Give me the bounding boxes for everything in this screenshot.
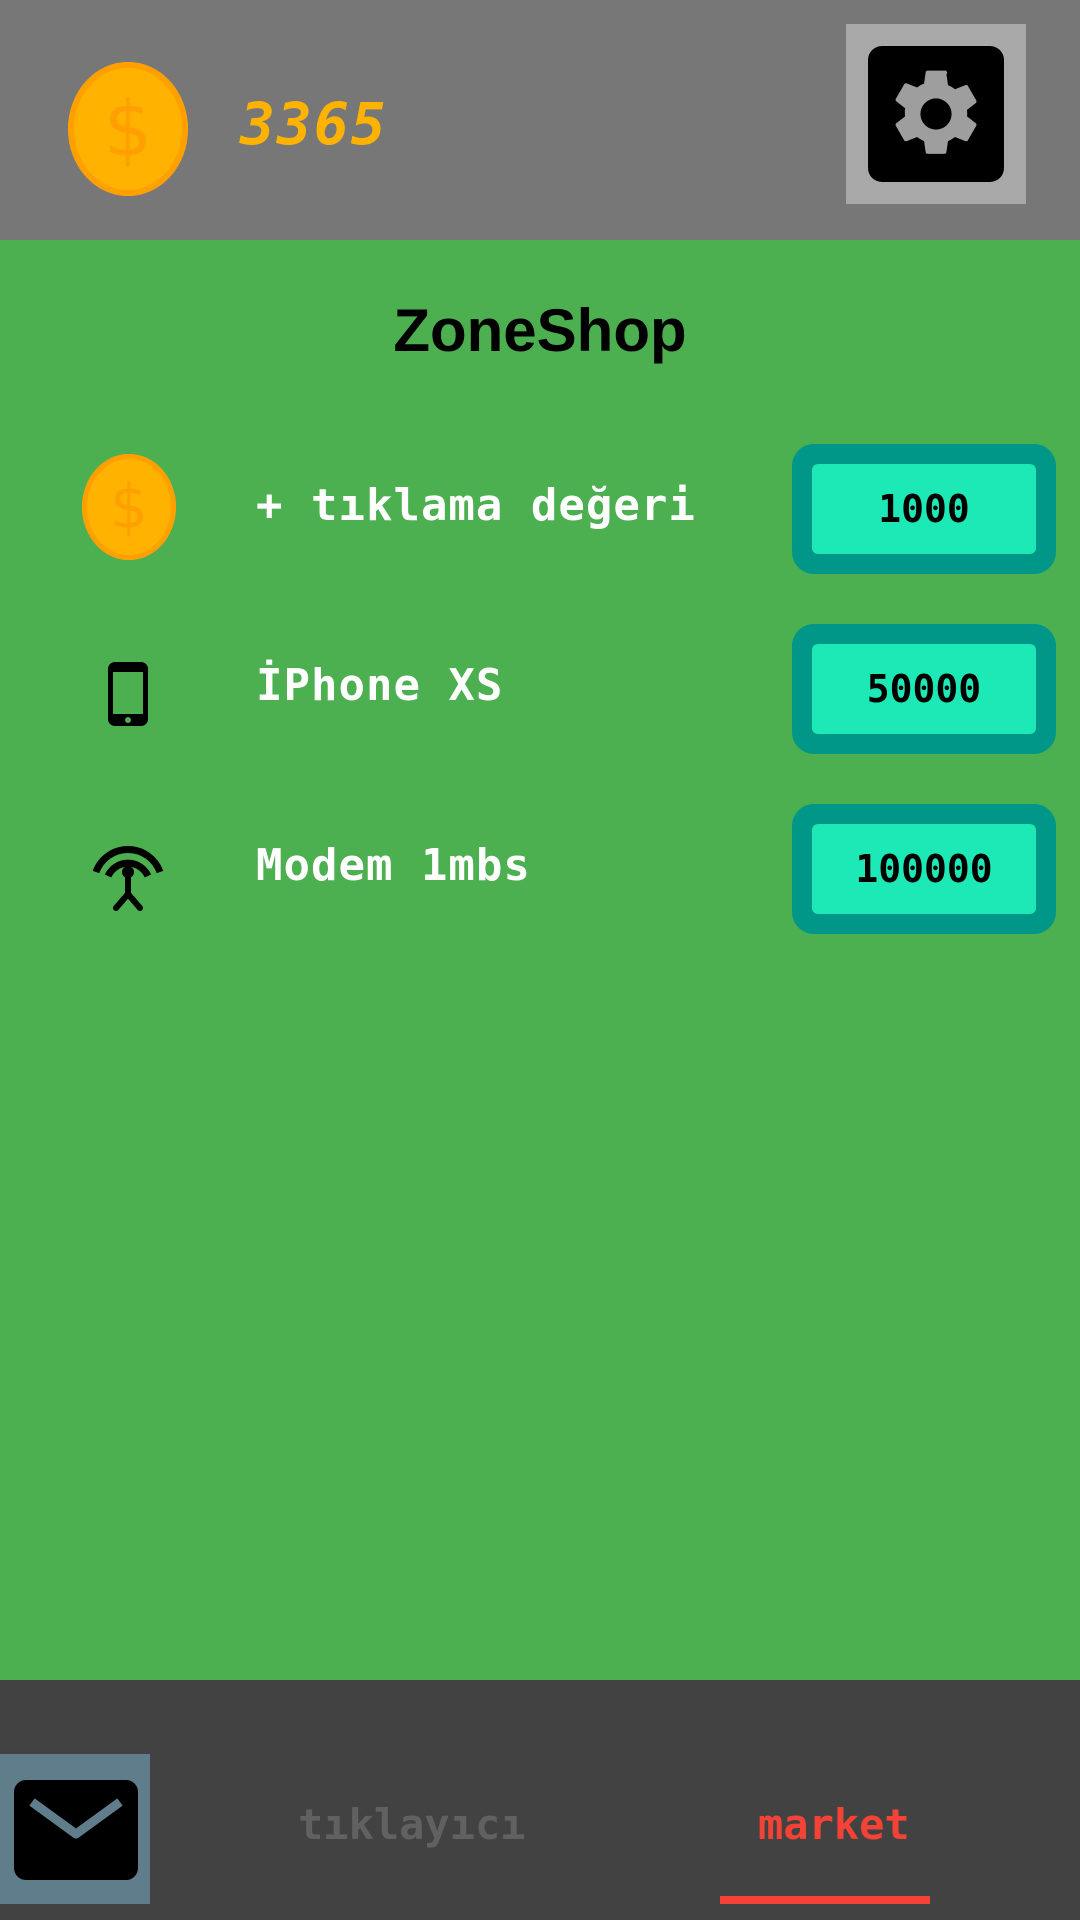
bottom-nav: tıklayıcı market <box>0 1680 1080 1920</box>
buy-button[interactable]: 100000 <box>792 804 1056 934</box>
shop-item-modem: Modem 1mbs 100000 <box>0 804 1080 934</box>
svg-text:$: $ <box>110 473 148 543</box>
shop-item-click-value: $ + tıklama değeri 1000 <box>0 444 1080 574</box>
coin-count: 3365 <box>240 90 388 158</box>
shop-item-iphone: İPhone XS 50000 <box>0 624 1080 754</box>
svg-text:$: $ <box>104 85 153 174</box>
tab-market[interactable]: market <box>758 1800 910 1849</box>
buy-button[interactable]: 1000 <box>792 444 1056 574</box>
price-label: 1000 <box>812 464 1036 554</box>
active-tab-indicator <box>720 1896 930 1904</box>
mail-icon <box>29 1798 123 1839</box>
price-label: 50000 <box>812 644 1036 734</box>
settings-button[interactable] <box>846 24 1026 204</box>
mail-button[interactable] <box>0 1754 150 1904</box>
tab-tiklayici[interactable]: tıklayıcı <box>298 1800 526 1849</box>
item-label: Modem 1mbs <box>256 840 531 891</box>
page-title: ZoneShop <box>393 297 687 364</box>
coin-icon: $ <box>68 62 188 196</box>
item-label: + tıklama değeri <box>256 480 696 531</box>
buy-button[interactable]: 50000 <box>792 624 1056 754</box>
coin-icon: $ <box>82 454 176 560</box>
top-bar: $ 3365 <box>0 0 1080 240</box>
phone-icon <box>80 634 176 744</box>
item-label: İPhone XS <box>256 660 504 711</box>
price-label: 100000 <box>812 824 1036 914</box>
gear-icon <box>895 70 977 154</box>
antenna-icon <box>80 814 176 924</box>
